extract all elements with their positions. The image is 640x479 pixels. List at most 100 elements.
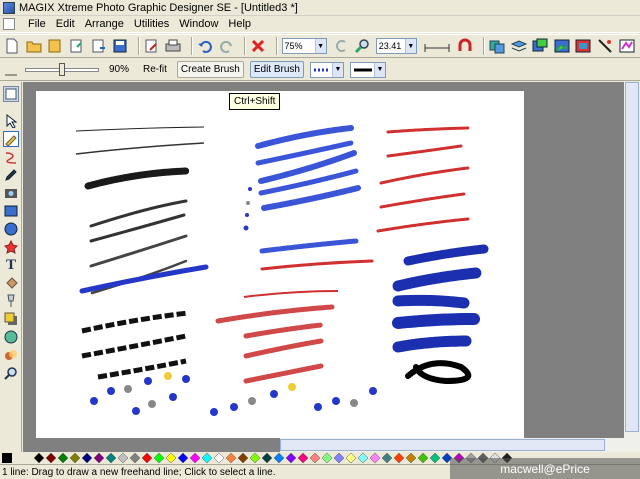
palette-swatch[interactable] <box>165 452 177 464</box>
palette-swatch[interactable] <box>297 452 309 464</box>
chevron-down-icon[interactable]: ▼ <box>404 39 416 53</box>
red-dry-brush-stroke[interactable] <box>379 192 466 209</box>
charcoal-black-stroke[interactable] <box>84 167 190 190</box>
red-chalk-stroke[interactable] <box>215 304 335 324</box>
menu-arrange[interactable]: Arrange <box>80 18 129 30</box>
zoom-select[interactable]: 75% ▼ <box>281 38 327 54</box>
black-brush-stroke[interactable] <box>89 213 186 243</box>
page-gallery-icon[interactable] <box>532 38 549 55</box>
bevel-tool-icon[interactable] <box>3 329 19 345</box>
palette-swatch[interactable] <box>405 452 417 464</box>
document-icon[interactable] <box>3 18 15 30</box>
new-icon[interactable] <box>4 38 21 55</box>
smoothing-slider[interactable] <box>25 62 99 76</box>
import-icon[interactable] <box>69 38 86 55</box>
blend-tool-icon[interactable] <box>3 347 19 363</box>
palette-swatch[interactable] <box>201 452 213 464</box>
selector-tool-icon[interactable] <box>3 113 19 129</box>
zoom-tool-icon[interactable] <box>3 365 19 381</box>
red-chalk-stroke[interactable] <box>243 363 324 384</box>
photo-tool-icon[interactable] <box>3 185 19 201</box>
black-brush-stroke[interactable] <box>89 234 188 268</box>
toolbox-header-icon[interactable] <box>3 86 19 102</box>
redo-icon[interactable] <box>218 38 235 55</box>
previous-zoom-icon[interactable] <box>333 38 350 55</box>
horizontal-scrollbar-thumb[interactable] <box>280 439 605 451</box>
menu-window[interactable]: Window <box>174 18 223 30</box>
palette-swatch[interactable] <box>81 452 93 464</box>
menu-utilities[interactable]: Utilities <box>129 18 174 30</box>
palette-swatch[interactable] <box>225 452 237 464</box>
palette-swatch[interactable] <box>321 452 333 464</box>
shadow-tool-icon[interactable] <box>3 311 19 327</box>
print-icon[interactable] <box>165 38 182 55</box>
red-chalk-stroke[interactable] <box>243 338 324 359</box>
palette-swatch[interactable] <box>105 452 117 464</box>
layer-gallery-icon[interactable] <box>510 38 527 55</box>
line-measure-icon[interactable] <box>423 38 452 55</box>
blue-pin-trail[interactable] <box>243 187 253 231</box>
vertical-scrollbar[interactable] <box>624 82 640 452</box>
palette-swatch[interactable] <box>429 452 441 464</box>
open-icon[interactable] <box>26 38 43 55</box>
palette-swatch[interactable] <box>261 452 273 464</box>
drawing-page[interactable] <box>36 91 524 438</box>
chain-stroke[interactable] <box>97 358 187 380</box>
palette-swatch[interactable] <box>309 452 321 464</box>
create-brush-button[interactable]: Create Brush <box>176 61 244 78</box>
palette-swatch[interactable] <box>417 452 429 464</box>
red-dry-brush-stroke[interactable] <box>379 166 470 185</box>
shape-editor-tool-icon[interactable] <box>3 149 19 165</box>
current-color-swatch[interactable] <box>2 453 12 463</box>
palette-swatch[interactable] <box>333 452 345 464</box>
palette-swatch[interactable] <box>345 452 357 464</box>
brush-type-select[interactable]: ▼ <box>309 61 344 78</box>
palette-swatch[interactable] <box>129 452 141 464</box>
pushpin-stroke[interactable] <box>90 372 377 416</box>
red-dry-brush-stroke[interactable] <box>386 126 470 134</box>
pen-tool-icon[interactable] <box>3 167 19 183</box>
blue-pastel-stroke[interactable] <box>255 125 354 149</box>
fill-tool-icon[interactable] <box>3 275 19 291</box>
horizontal-scrollbar[interactable] <box>280 438 624 452</box>
edit-brush-button[interactable]: Edit Brush <box>249 61 304 78</box>
red-dry-brush-stroke[interactable] <box>386 144 463 158</box>
vertical-scrollbar-thumb[interactable] <box>625 82 639 432</box>
palette-swatch[interactable] <box>93 452 105 464</box>
blue-pearl-stroke[interactable] <box>403 244 489 266</box>
quickshape-tool-icon[interactable] <box>3 239 19 255</box>
chevron-down-icon[interactable]: ▼ <box>331 62 343 77</box>
red-dry-brush-stroke[interactable] <box>376 217 470 233</box>
save-all-icon[interactable] <box>47 38 64 55</box>
delete-icon[interactable] <box>250 38 267 55</box>
palette-swatch[interactable] <box>141 452 153 464</box>
palette-swatch[interactable] <box>117 452 129 464</box>
pencil-black-line[interactable] <box>75 142 205 155</box>
thin-black-line[interactable] <box>75 126 205 132</box>
red-thin-stroke[interactable] <box>243 290 339 298</box>
menu-help[interactable]: Help <box>223 18 256 30</box>
palette-swatch[interactable] <box>237 452 249 464</box>
palette-swatch[interactable] <box>69 452 81 464</box>
palette-swatch[interactable] <box>249 452 261 464</box>
palette-swatch[interactable] <box>153 452 165 464</box>
palette-swatch[interactable] <box>369 452 381 464</box>
print-options-icon[interactable] <box>144 38 161 55</box>
chevron-down-icon[interactable]: ▼ <box>373 62 385 77</box>
object-gallery-icon[interactable] <box>489 38 506 55</box>
save-icon[interactable] <box>112 38 129 55</box>
red-thin-stroke[interactable] <box>260 259 374 271</box>
size-select[interactable]: 23.41 ▼ <box>375 38 417 54</box>
chain-stroke[interactable] <box>81 310 189 334</box>
transparency-tool-icon[interactable] <box>3 293 19 309</box>
palette-swatch[interactable] <box>57 452 69 464</box>
blue-pastel-stroke[interactable] <box>259 238 359 254</box>
refit-button[interactable]: Re-fit <box>139 61 171 78</box>
fill-gallery-icon[interactable] <box>575 38 592 55</box>
palette-swatch[interactable] <box>393 452 405 464</box>
palette-swatch[interactable] <box>33 452 45 464</box>
red-chalk-stroke[interactable] <box>243 322 324 339</box>
chain-link-stroke[interactable] <box>405 360 472 385</box>
palette-swatch[interactable] <box>213 452 225 464</box>
palette-swatch[interactable] <box>381 452 393 464</box>
